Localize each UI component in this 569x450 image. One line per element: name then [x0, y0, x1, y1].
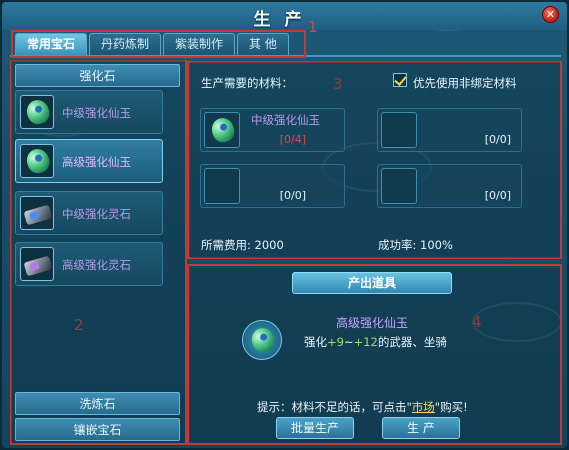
- success-rate-label: 成功率: 100%: [378, 238, 453, 252]
- production-window: 生产 ✕ 常用宝石 丹药炼制 紫装制作 其 他 1 2 3 4 强化石 中级强化…: [0, 0, 569, 450]
- list-item-label: 中级强化仙玉: [62, 106, 131, 120]
- desc-prefix: 强化: [304, 335, 327, 349]
- material-count: [0/4]: [279, 133, 306, 146]
- output-item-description: 强化+9~+12的武器、坐骑: [304, 334, 447, 350]
- window-title: 生产: [253, 10, 316, 30]
- hint-suffix: "购买!: [434, 400, 468, 414]
- materials-label: 生产需要的材料：: [201, 76, 293, 90]
- category-button-inlay-gem[interactable]: 镶嵌宝石: [15, 418, 180, 441]
- desc-range-a: +9: [327, 335, 344, 349]
- hint-prefix: 提示：材料不足的话，可点击": [257, 400, 412, 414]
- close-icon[interactable]: ✕: [542, 6, 559, 23]
- output-item-name: 高级强化仙玉: [336, 316, 409, 330]
- purple-stone-icon: [20, 247, 54, 281]
- material-count: [0/0]: [279, 189, 306, 202]
- prefer-unbound-checkbox[interactable]: [393, 73, 407, 87]
- material-slot-2[interactable]: [0/0]: [377, 108, 522, 152]
- empty-slot-icon: [204, 168, 240, 204]
- empty-slot-icon: [381, 168, 417, 204]
- output-panel: [190, 268, 560, 442]
- category-button-refine-stone[interactable]: 洗炼石: [15, 392, 180, 415]
- list-item-high-spirit-stone[interactable]: 高级强化灵石: [15, 242, 163, 286]
- list-item-label: 高级强化灵石: [62, 258, 131, 272]
- material-name: 中级强化仙玉: [251, 113, 320, 127]
- material-count: [0/0]: [484, 133, 511, 146]
- prefer-unbound-label: 优先使用非绑定材料: [413, 76, 517, 90]
- list-item-mid-jade[interactable]: 中级强化仙玉: [15, 90, 163, 134]
- output-header: 产出道具: [292, 272, 452, 294]
- batch-produce-button[interactable]: 批量生产: [276, 417, 354, 439]
- material-count: [0/0]: [484, 189, 511, 202]
- annotation-box-1: [11, 30, 306, 58]
- list-item-label: 高级强化仙玉: [62, 155, 131, 169]
- purchase-hint: 提示：材料不足的话，可点击"市场"购买!: [257, 399, 468, 415]
- desc-suffix: 的武器、坐骑: [377, 335, 447, 349]
- annotation-number-1: 1: [308, 18, 318, 36]
- produce-button[interactable]: 生 产: [382, 417, 460, 439]
- list-item-mid-spirit-stone[interactable]: 中级强化灵石: [15, 191, 163, 235]
- cost-label: 所需费用: 2000: [201, 238, 284, 252]
- green-gem-icon: [204, 112, 240, 148]
- desc-range-b: +12: [353, 335, 378, 349]
- list-item-high-jade[interactable]: 高级强化仙玉: [15, 139, 163, 183]
- material-slot-3[interactable]: [0/0]: [200, 164, 345, 208]
- green-gem-icon: [242, 320, 282, 360]
- list-item-label: 中级强化灵石: [62, 207, 131, 221]
- material-slot-4[interactable]: [0/0]: [377, 164, 522, 208]
- material-slot-1[interactable]: 中级强化仙玉 [0/4]: [200, 108, 345, 152]
- market-link[interactable]: 市场: [412, 400, 435, 414]
- green-gem-icon: [20, 144, 54, 178]
- category-header-strengthen-stone[interactable]: 强化石: [15, 64, 180, 87]
- desc-tilde: ~: [343, 335, 354, 349]
- green-gem-icon: [20, 95, 54, 129]
- empty-slot-icon: [381, 112, 417, 148]
- blue-stone-icon: [20, 196, 54, 230]
- materials-panel: [190, 62, 560, 258]
